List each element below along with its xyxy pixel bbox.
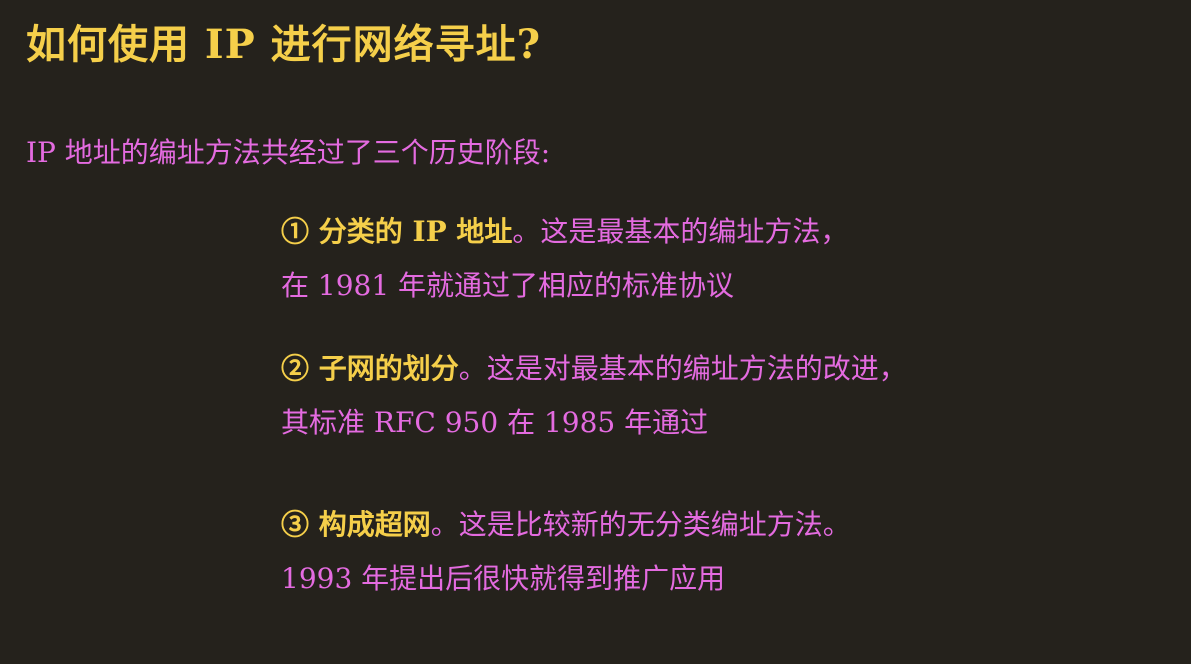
stage-3-detail: 1993 年提出后很快就得到推广应用: [281, 562, 726, 595]
stage-item-3: ③ 构成超网。这是比较新的无分类编址方法。 1993 年提出后很快就得到推广应用: [281, 498, 851, 606]
stage-item-1: ① 分类的 IP 地址。这是最基本的编址方法， 在 1981 年就通过了相应的标…: [281, 205, 848, 313]
stage-item-2: ② 子网的划分。这是对最基本的编址方法的改进， 其标准 RFC 950 在 19…: [281, 342, 907, 450]
intro-text: IP 地址的编址方法共经过了三个历史阶段:: [26, 136, 551, 169]
stage-1-detail: 在 1981 年就通过了相应的标准协议: [281, 269, 735, 302]
stage-2-first-line: ② 子网的划分。这是对最基本的编址方法的改进，: [281, 342, 907, 396]
stage-1-heading: ① 分类的 IP 地址: [281, 215, 513, 248]
stage-2-detail: 其标准 RFC 950 在 1985 年通过: [281, 406, 709, 439]
stage-3-first-line: ③ 构成超网。这是比较新的无分类编址方法。: [281, 498, 851, 552]
stage-2-description: 。这是对最基本的编址方法的改进，: [458, 352, 907, 385]
slide-title: 如何使用 IP 进行网络寻址?: [26, 21, 542, 68]
stage-1-first-line: ① 分类的 IP 地址。这是最基本的编址方法，: [281, 205, 848, 259]
stage-3-description: 。这是比较新的无分类编址方法。: [430, 508, 851, 541]
stage-3-heading: ③ 构成超网: [281, 508, 431, 541]
stage-2-heading: ② 子网的划分: [281, 352, 459, 385]
stage-1-description: 。这是最基本的编址方法，: [512, 215, 849, 248]
